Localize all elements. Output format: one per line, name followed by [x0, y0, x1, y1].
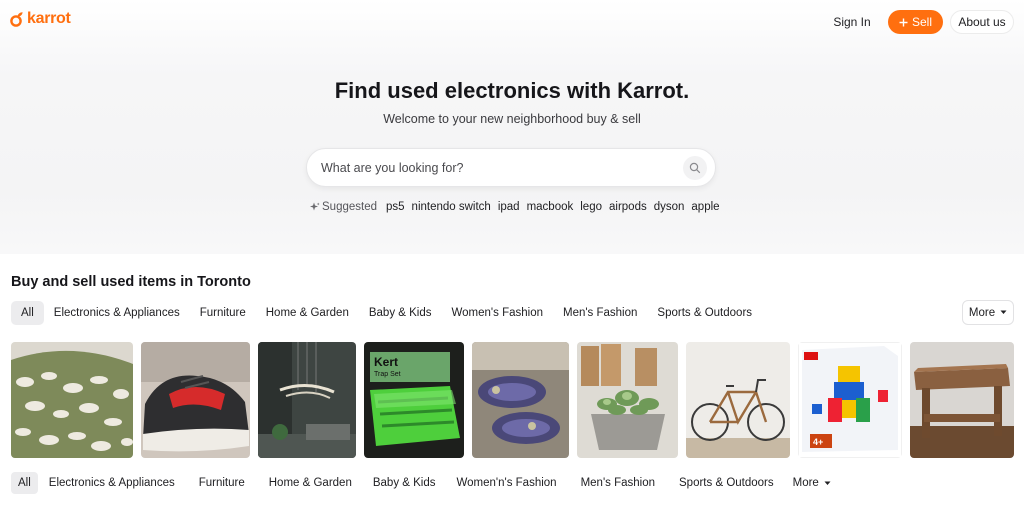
carrot-logo-icon [10, 12, 23, 27]
suggestion-nintendo-switch[interactable]: nintendo switch [412, 201, 491, 213]
suggestion-apple[interactable]: apple [691, 201, 719, 213]
about-us-button[interactable]: About us [950, 10, 1014, 34]
sell-button[interactable]: Sell [888, 10, 943, 34]
search-bar[interactable] [306, 148, 716, 187]
suggested-searches: Suggested ps5 nintendo switch ipad macbo… [310, 199, 727, 215]
lego-age-badge: 4+ [813, 437, 823, 447]
mouse-trap-image: Kert Trap Set [364, 342, 464, 458]
category-tab-baby-kids[interactable]: Baby & Kids [359, 301, 442, 325]
item-card-pendant-lamp[interactable] [258, 342, 356, 458]
search-button[interactable] [683, 156, 707, 180]
chevron-down-icon [824, 481, 831, 485]
suggestion-macbook[interactable]: macbook [527, 201, 574, 213]
sell-label: Sell [911, 15, 932, 29]
svg-text:Trap Set: Trap Set [374, 371, 401, 378]
hero-background [0, 0, 1024, 254]
shoe-soles-image [472, 342, 569, 458]
category-tab-womens-fashion[interactable]: Women's Fashion [442, 301, 553, 325]
footer-category-tabs: All Electronics & Appliances Furniture H… [11, 472, 831, 494]
category-tab-all[interactable]: All [11, 301, 44, 325]
footer-category-mens-fashion[interactable]: Men's Fashion [574, 472, 662, 494]
karrot-logo[interactable]: karrot [10, 10, 71, 28]
item-card-succulent[interactable] [577, 342, 678, 458]
sparkle-icon [310, 202, 320, 211]
suggested-label-group: Suggested [310, 201, 377, 213]
item-card-sneaker[interactable] [141, 342, 250, 458]
footer-category-furniture[interactable]: Furniture [192, 472, 252, 494]
item-card-coffee-table[interactable] [910, 342, 1014, 458]
succulent-plant-image [577, 342, 678, 458]
category-tab-furniture[interactable]: Furniture [190, 301, 256, 325]
suggestion-ps5[interactable]: ps5 [386, 201, 405, 213]
sneaker-image [141, 342, 250, 458]
svg-text:Kert: Kert [374, 355, 398, 369]
hero-subtitle: Welcome to your new neighborhood buy & s… [383, 112, 641, 126]
suggestion-lego[interactable]: lego [580, 201, 602, 213]
footer-more-button[interactable]: More [793, 477, 831, 489]
category-tab-mens-fashion[interactable]: Men's Fashion [553, 301, 647, 325]
item-card-bicycle[interactable] [686, 342, 790, 458]
footer-category-sports-outdoors[interactable]: Sports & Outdoors [672, 472, 781, 494]
more-label: More [968, 306, 996, 319]
lego-box-image: 4+ [798, 342, 902, 458]
pendant-lamp-image [258, 342, 356, 458]
logo-text: karrot [27, 10, 71, 27]
suggested-label: Suggested [322, 201, 377, 213]
more-categories-button[interactable]: More [962, 300, 1014, 325]
plus-icon [899, 18, 908, 26]
item-card-mouse-trap[interactable]: Kert Trap Set [364, 342, 464, 458]
footer-category-home-garden[interactable]: Home & Garden [262, 472, 359, 494]
category-tab-home-garden[interactable]: Home & Garden [256, 301, 359, 325]
item-card-rug[interactable] [11, 342, 133, 458]
suggestion-dyson[interactable]: dyson [654, 201, 685, 213]
suggestion-airpods[interactable]: airpods [609, 201, 647, 213]
footer-more-label: More [792, 477, 819, 489]
search-icon [689, 162, 701, 174]
item-card-shoe-soles[interactable] [472, 342, 569, 458]
suggestion-ipad[interactable]: ipad [498, 201, 520, 213]
item-card-lego[interactable]: 4+ [798, 342, 902, 458]
bicycle-image [686, 342, 790, 458]
footer-category-baby-kids[interactable]: Baby & Kids [366, 472, 443, 494]
hero-title: Find used electronics with Karrot. [334, 78, 690, 103]
footer-category-electronics[interactable]: Electronics & Appliances [42, 472, 182, 494]
coffee-table-image [910, 342, 1014, 458]
category-tabs: All Electronics & Appliances Furniture H… [11, 301, 762, 325]
search-input[interactable] [321, 160, 661, 175]
category-tab-sports-outdoors[interactable]: Sports & Outdoors [647, 301, 762, 325]
footer-category-womens-fashion[interactable]: Women'n's Fashion [450, 472, 564, 494]
sign-in-link[interactable]: Sign In [826, 11, 878, 33]
footer-category-all[interactable]: All [11, 472, 38, 494]
chevron-down-icon [1000, 310, 1007, 314]
category-tab-electronics[interactable]: Electronics & Appliances [44, 301, 190, 325]
rug-image [11, 342, 133, 458]
section-title: Buy and sell used items in Toronto [11, 274, 251, 290]
